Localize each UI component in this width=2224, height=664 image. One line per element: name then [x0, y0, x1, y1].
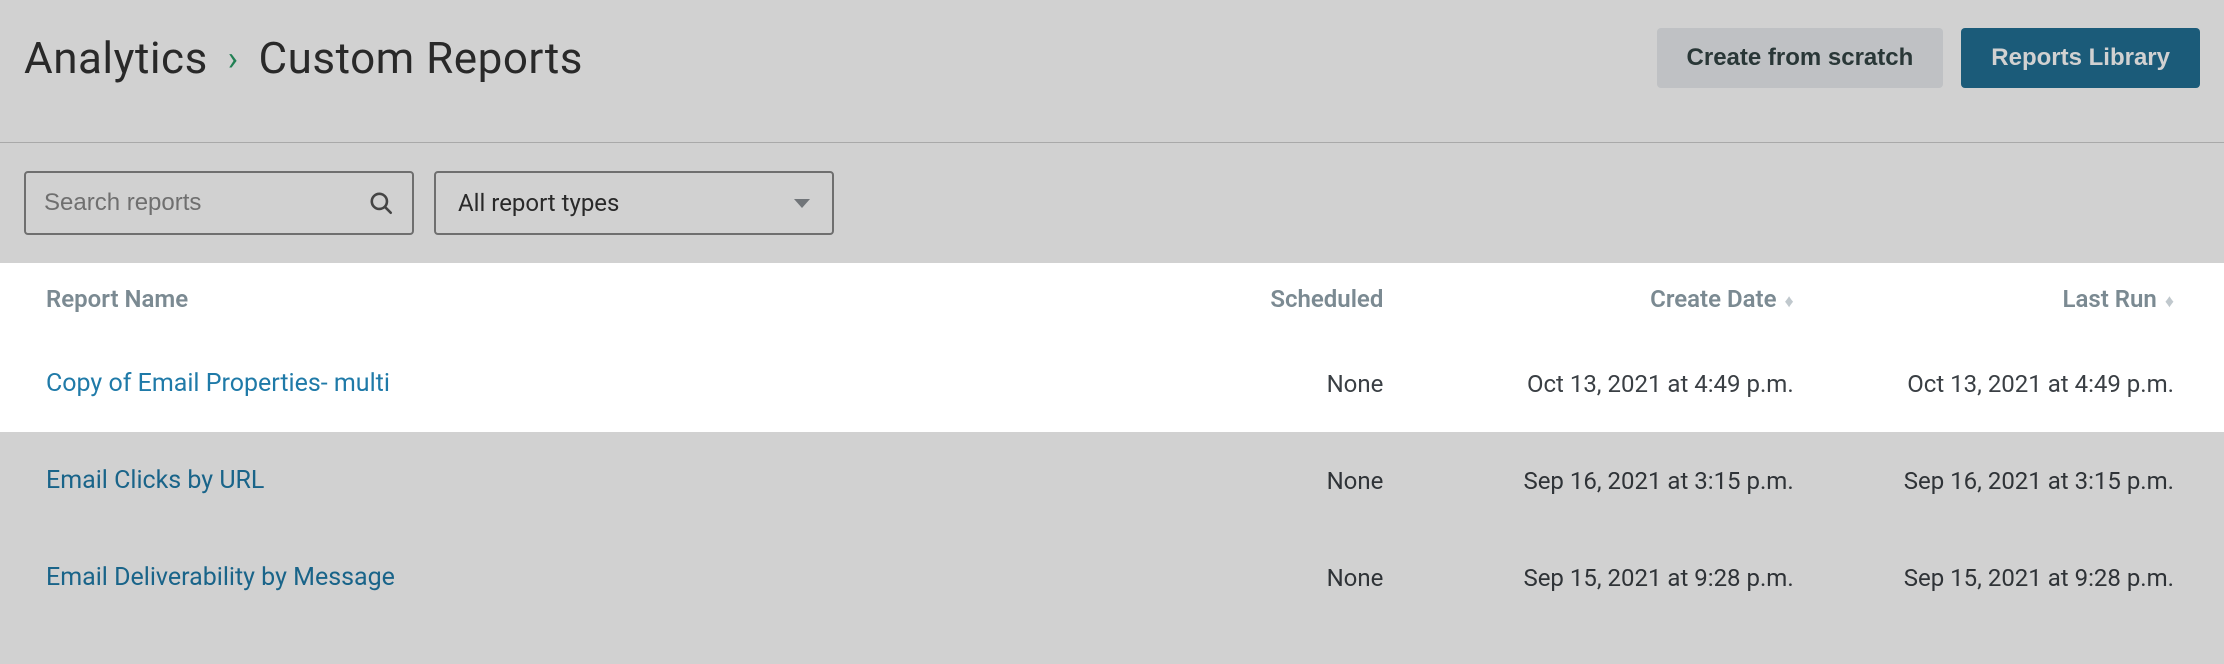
- cell-last-run: Sep 16, 2021 at 3:15 p.m.: [1824, 432, 2224, 529]
- column-header-name[interactable]: Report Name: [0, 263, 1156, 335]
- breadcrumb-root[interactable]: Analytics: [24, 32, 208, 84]
- cell-report-name: Email Clicks by URL: [0, 432, 1156, 529]
- header-actions: Create from scratch Reports Library: [1657, 28, 2200, 88]
- column-header-create-date[interactable]: Create Date♦: [1423, 263, 1823, 335]
- report-type-dropdown[interactable]: All report types: [434, 171, 834, 235]
- cell-create-date: Oct 13, 2021 at 4:49 p.m.: [1423, 335, 1823, 432]
- breadcrumb: Analytics › Custom Reports: [24, 32, 583, 84]
- create-from-scratch-button[interactable]: Create from scratch: [1657, 28, 1944, 88]
- page: Analytics › Custom Reports Create from s…: [0, 0, 2224, 626]
- sort-indicator-icon: ♦: [2165, 291, 2174, 312]
- page-header: Analytics › Custom Reports Create from s…: [0, 0, 2224, 143]
- dropdown-selected-label: All report types: [458, 189, 619, 217]
- cell-last-run: Oct 13, 2021 at 4:49 p.m.: [1824, 335, 2224, 432]
- cell-scheduled: None: [1156, 432, 1423, 529]
- cell-last-run: Sep 15, 2021 at 9:28 p.m.: [1824, 529, 2224, 626]
- table-body: Copy of Email Properties- multiNoneOct 1…: [0, 335, 2224, 626]
- table-row[interactable]: Email Deliverability by MessageNoneSep 1…: [0, 529, 2224, 626]
- cell-report-name: Email Deliverability by Message: [0, 529, 1156, 626]
- column-header-scheduled[interactable]: Scheduled: [1156, 263, 1423, 335]
- chevron-right-icon: ›: [228, 39, 239, 79]
- table-row[interactable]: Email Clicks by URLNoneSep 16, 2021 at 3…: [0, 432, 2224, 529]
- report-link[interactable]: Email Deliverability by Message: [46, 563, 395, 592]
- cell-create-date: Sep 16, 2021 at 3:15 p.m.: [1423, 432, 1823, 529]
- cell-scheduled: None: [1156, 335, 1423, 432]
- cell-scheduled: None: [1156, 529, 1423, 626]
- search-icon: [368, 190, 394, 216]
- table-row[interactable]: Copy of Email Properties- multiNoneOct 1…: [0, 335, 2224, 432]
- table-header: Report Name Scheduled Create Date♦ Last …: [0, 263, 2224, 335]
- caret-down-icon: [794, 197, 810, 209]
- breadcrumb-current: Custom Reports: [259, 32, 584, 84]
- search-input-wrapper[interactable]: [24, 171, 414, 235]
- cell-report-name: Copy of Email Properties- multi: [0, 335, 1156, 432]
- reports-library-button[interactable]: Reports Library: [1961, 28, 2200, 88]
- filters-bar: All report types: [0, 143, 2224, 263]
- report-link[interactable]: Email Clicks by URL: [46, 466, 264, 495]
- column-header-last-run[interactable]: Last Run♦: [1824, 263, 2224, 335]
- search-input[interactable]: [44, 189, 368, 217]
- cell-create-date: Sep 15, 2021 at 9:28 p.m.: [1423, 529, 1823, 626]
- report-link[interactable]: Copy of Email Properties- multi: [46, 369, 390, 398]
- sort-indicator-icon: ♦: [1784, 291, 1793, 312]
- reports-table: Report Name Scheduled Create Date♦ Last …: [0, 263, 2224, 626]
